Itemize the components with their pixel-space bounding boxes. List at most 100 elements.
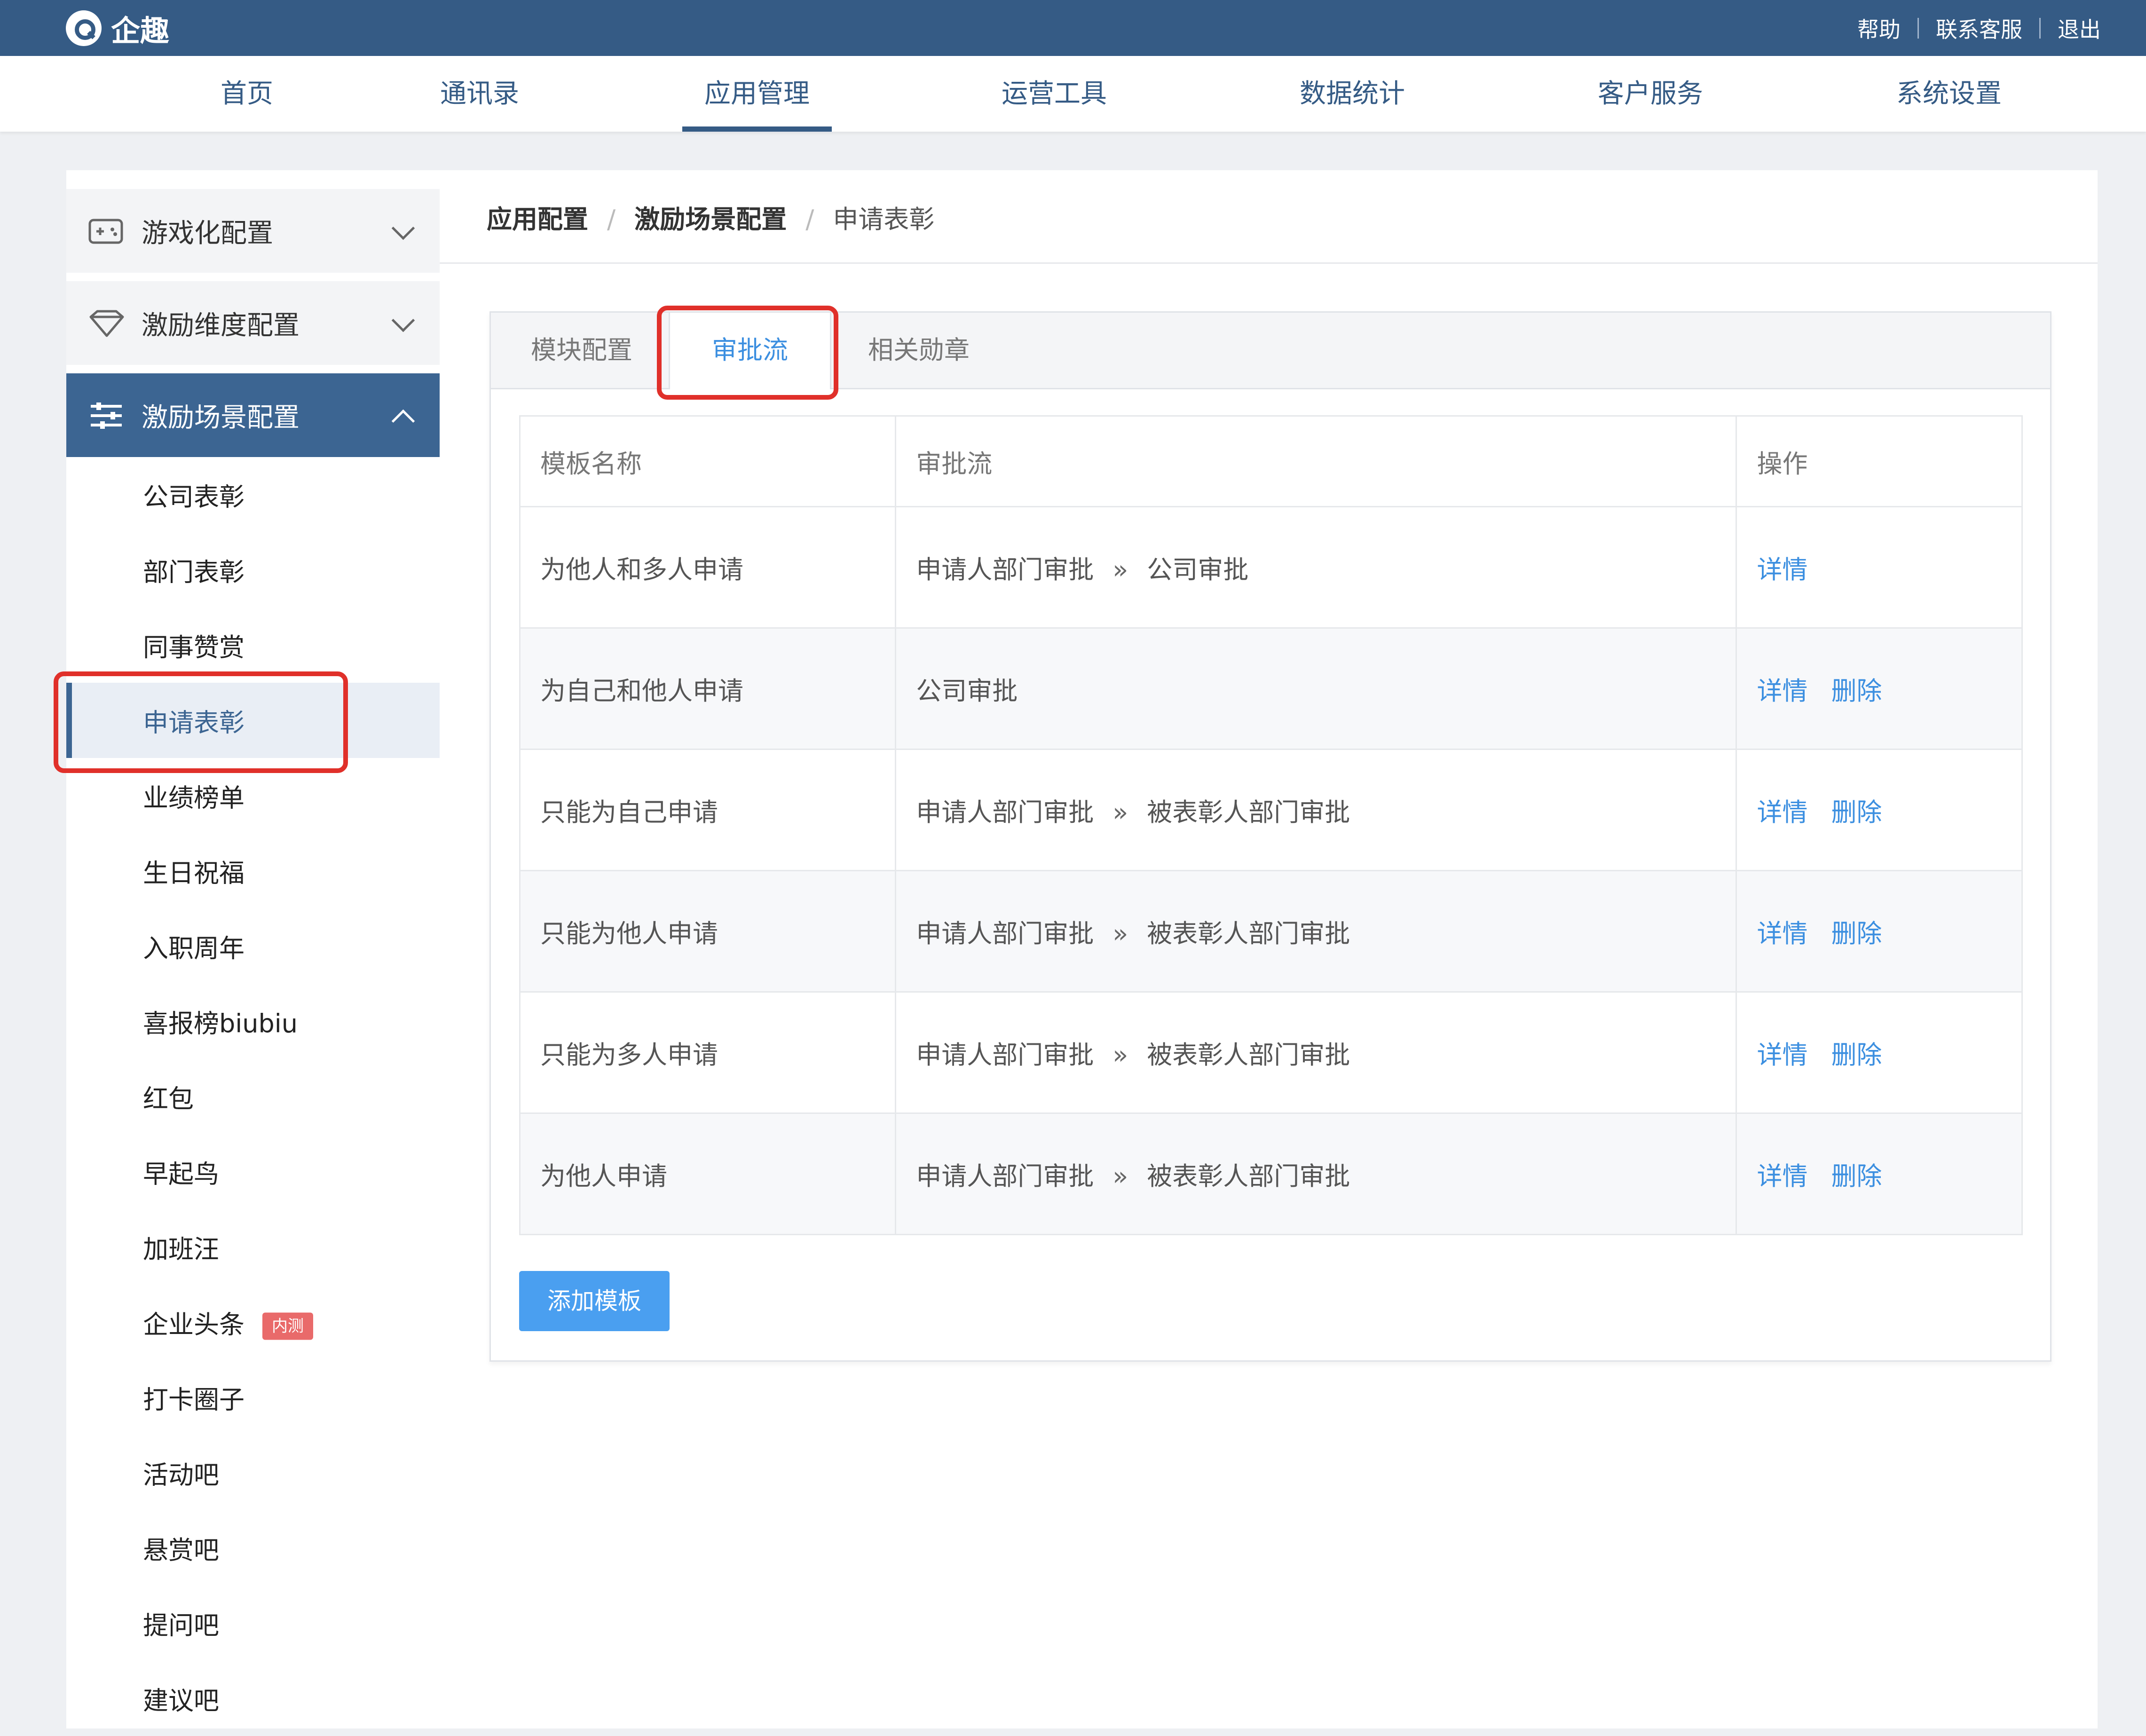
breadcrumb-item-app-config[interactable]: 应用配置: [487, 205, 588, 234]
sidebar-item-colleague-praise[interactable]: 同事赞赏: [66, 608, 440, 683]
table-row: 只能为多人申请 申请人部门审批 » 被表彰人部门审批 详情 删除: [519, 991, 2023, 1114]
table-row: 为自己和他人申请 公司审批 详情 删除: [519, 627, 2023, 750]
add-template-button[interactable]: 添加模板: [519, 1271, 670, 1331]
app-name: 企趣: [111, 13, 170, 48]
actions-cell: 详情: [1736, 506, 2023, 629]
sidebar-item-good-news-board[interactable]: 喜报榜biubiu: [66, 984, 440, 1059]
table-row: 只能为他人申请 申请人部门审批 » 被表彰人部门审批 详情 删除: [519, 870, 2023, 993]
sidebar-group-incentive-dimension[interactable]: 激励维度配置: [66, 281, 440, 365]
divider: [2039, 17, 2041, 39]
diamond-icon: [89, 310, 124, 337]
delete-link[interactable]: 删除: [1831, 1040, 1882, 1070]
top-links: 帮助 联系客服 退出: [1857, 0, 2101, 56]
flow-step: 公司审批: [1147, 555, 1249, 584]
delete-link[interactable]: 删除: [1831, 797, 1882, 827]
sidebar-item-label: 企业头条: [143, 1310, 245, 1340]
nav-operation-tools[interactable]: 运营工具: [1002, 56, 1107, 132]
chevron-down-icon: [391, 308, 415, 332]
sidebar-item-apply-commendation[interactable]: 申请表彰: [66, 683, 440, 758]
template-name-cell: 只能为自己申请: [519, 749, 897, 871]
sidebar-item-activities[interactable]: 活动吧: [66, 1435, 440, 1510]
chevron-up-icon: [391, 409, 415, 433]
sidebar-group-incentive-scene[interactable]: 激励场景配置: [66, 373, 440, 457]
nav-app-management[interactable]: 应用管理: [704, 56, 810, 132]
flow-step: 申请人部门审批: [916, 555, 1094, 584]
sidebar-item-performance-ranking[interactable]: 业绩榜单: [66, 758, 440, 833]
divider: [1917, 17, 1919, 39]
logout-link[interactable]: 退出: [2058, 13, 2101, 44]
sidebar-item-bounty[interactable]: 悬赏吧: [66, 1510, 440, 1586]
flow-step: 被表彰人部门审批: [1147, 1040, 1350, 1070]
sidebar-item-company-headlines[interactable]: 企业头条 内测: [66, 1285, 440, 1360]
sidebar-item-department-commendation[interactable]: 部门表彰: [66, 532, 440, 608]
flow-step: 被表彰人部门审批: [1147, 1161, 1350, 1191]
template-name-cell: 只能为多人申请: [519, 991, 897, 1114]
details-link[interactable]: 详情: [1757, 797, 1807, 827]
nav-customer-service[interactable]: 客户服务: [1598, 56, 1703, 132]
delete-link[interactable]: 删除: [1831, 1161, 1882, 1191]
main-nav: 首页 通讯录 应用管理 运营工具 数据统计 客户服务 系统设置: [0, 56, 2146, 132]
sidebar-group-label: 激励场景配置: [142, 402, 300, 433]
details-link[interactable]: 详情: [1757, 1161, 1807, 1191]
double-chevron-right-icon: »: [1112, 919, 1128, 948]
nav-contacts[interactable]: 通讯录: [440, 56, 519, 132]
sidebar-item-birthday-wishes[interactable]: 生日祝福: [66, 833, 440, 908]
beta-badge: 内测: [262, 1312, 313, 1340]
table-row: 为他人申请 申请人部门审批 » 被表彰人部门审批 详情 删除: [519, 1113, 2023, 1235]
sidebar: 游戏化配置 激励维度配置 激励场景配置 公司表彰 部门表彰 同事赞赏 申请表彰 …: [66, 170, 440, 1728]
top-bar: 企趣 帮助 联系客服 退出: [0, 0, 2146, 56]
approval-template-table: 模板名称 审批流 操作 为他人和多人申请 申请人部门审批 » 公司审批 详情 为自己…: [519, 415, 2023, 1235]
sidebar-item-suggestions[interactable]: 建议吧: [66, 1661, 440, 1736]
double-chevron-right-icon: »: [1112, 797, 1128, 827]
sidebar-item-overtime[interactable]: 加班汪: [66, 1209, 440, 1285]
sidebar-group-label: 激励维度配置: [142, 310, 300, 341]
breadcrumb-separator: /: [607, 205, 616, 234]
breadcrumb-item-incentive-scene[interactable]: 激励场景配置: [634, 205, 787, 234]
actions-cell: 详情 删除: [1736, 991, 2023, 1114]
template-name-cell: 为他人和多人申请: [519, 506, 897, 629]
column-header-approval-flow: 审批流: [895, 415, 1737, 507]
divider: [440, 262, 2098, 264]
sidebar-item-red-packet[interactable]: 红包: [66, 1059, 440, 1134]
sidebar-item-work-anniversary[interactable]: 入职周年: [66, 908, 440, 984]
help-link[interactable]: 帮助: [1857, 13, 1901, 44]
flow-step: 申请人部门审批: [916, 919, 1094, 948]
tab-bar: 模块配置 审批流 相关勋章: [491, 313, 2050, 389]
sidebar-group-label: 游戏化配置: [142, 218, 273, 249]
chevron-down-icon: [391, 216, 415, 240]
details-link[interactable]: 详情: [1757, 676, 1807, 706]
flow-step: 申请人部门审批: [916, 1161, 1094, 1191]
actions-cell: 详情 删除: [1736, 627, 2023, 750]
main-content: 应用配置 / 激励场景配置 / 申请表彰 模块配置 审批流 相关勋章 模板名称 审批流 …: [440, 170, 2098, 1728]
sliders-icon: [91, 402, 122, 429]
details-link[interactable]: 详情: [1757, 1040, 1807, 1070]
template-name-cell: 为他人申请: [519, 1113, 897, 1235]
nav-data-statistics[interactable]: 数据统计: [1300, 56, 1405, 132]
contact-support-link[interactable]: 联系客服: [1936, 13, 2022, 44]
sidebar-item-checkin-circle[interactable]: 打卡圈子: [66, 1360, 440, 1435]
app-logo[interactable]: 企趣: [66, 9, 170, 48]
nav-home[interactable]: 首页: [221, 56, 273, 132]
actions-cell: 详情 删除: [1736, 749, 2023, 871]
sidebar-item-company-commendation[interactable]: 公司表彰: [66, 457, 440, 532]
sidebar-item-questions[interactable]: 提问吧: [66, 1586, 440, 1661]
tab-related-medals[interactable]: 相关勋章: [868, 313, 970, 388]
actions-cell: 详情 删除: [1736, 1113, 2023, 1235]
approval-flow-cell: 公司审批: [895, 627, 1737, 750]
sidebar-group-gamification[interactable]: 游戏化配置: [66, 189, 440, 273]
double-chevron-right-icon: »: [1112, 555, 1128, 584]
tab-module-config[interactable]: 模块配置: [531, 313, 632, 388]
nav-system-settings[interactable]: 系统设置: [1896, 56, 2002, 132]
details-link[interactable]: 详情: [1757, 555, 1807, 584]
table-row: 为他人和多人申请 申请人部门审批 » 公司审批 详情: [519, 506, 2023, 629]
delete-link[interactable]: 删除: [1831, 919, 1882, 948]
details-link[interactable]: 详情: [1757, 919, 1807, 948]
breadcrumb-current: 申请表彰: [833, 205, 935, 234]
actions-cell: 详情 删除: [1736, 870, 2023, 993]
sidebar-item-early-bird[interactable]: 早起鸟: [66, 1134, 440, 1209]
delete-link[interactable]: 删除: [1831, 676, 1882, 706]
active-nav-indicator: [682, 126, 832, 132]
table-header-row: 模板名称 审批流 操作: [519, 415, 2023, 507]
tab-approval-flow[interactable]: 审批流: [669, 313, 831, 389]
approval-flow-cell: 申请人部门审批 » 被表彰人部门审批: [895, 991, 1737, 1114]
